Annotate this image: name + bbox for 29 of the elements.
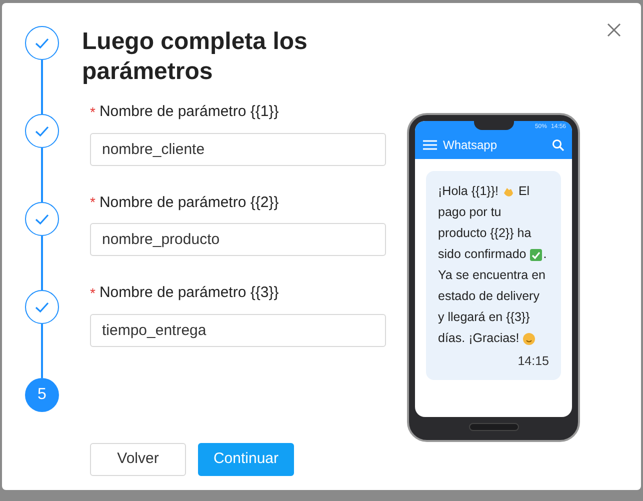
message-text: Ya se encuentra en [438, 267, 546, 284]
message-text: . [543, 246, 547, 263]
message-text: sido confirmado [438, 246, 526, 263]
message-text: días. ¡Gracias! [438, 330, 520, 347]
input-field[interactable]: nombre_producto [90, 223, 386, 256]
message-time: 14:15 [518, 354, 549, 368]
step-number: 5 [25, 378, 59, 412]
required-mark: * [90, 284, 96, 303]
back-button[interactable]: Volver [90, 443, 186, 476]
input-field[interactable]: nombre_cliente [90, 132, 386, 166]
field-label: Nombre de parámetro {{2}} [99, 192, 279, 212]
required-mark: * [90, 102, 96, 122]
close-icon[interactable] [607, 23, 621, 37]
message-text: ¡Hola {{1}}! [438, 183, 498, 200]
app-title: Whatsapp [443, 137, 498, 154]
message-text: El [518, 183, 530, 200]
field-label: Nombre de parámetro {{3}} [99, 283, 279, 303]
home-button[interactable] [468, 423, 518, 431]
required-mark: * [90, 193, 96, 212]
field-label: Nombre de parámetro {{1}} [99, 102, 279, 122]
message-text: y llegará en {{3}} [438, 309, 530, 326]
dialog-title: Luego completa los parámetros [82, 27, 308, 87]
message-text: pago por tu [438, 204, 502, 221]
notch [474, 121, 514, 130]
message-text: producto {{2}} ha [438, 225, 532, 242]
input-field[interactable]: tiempo_entrega [90, 314, 386, 346]
search-icon[interactable] [552, 139, 564, 151]
message-text: estado de delivery [438, 288, 540, 305]
menu-icon[interactable] [423, 140, 437, 150]
